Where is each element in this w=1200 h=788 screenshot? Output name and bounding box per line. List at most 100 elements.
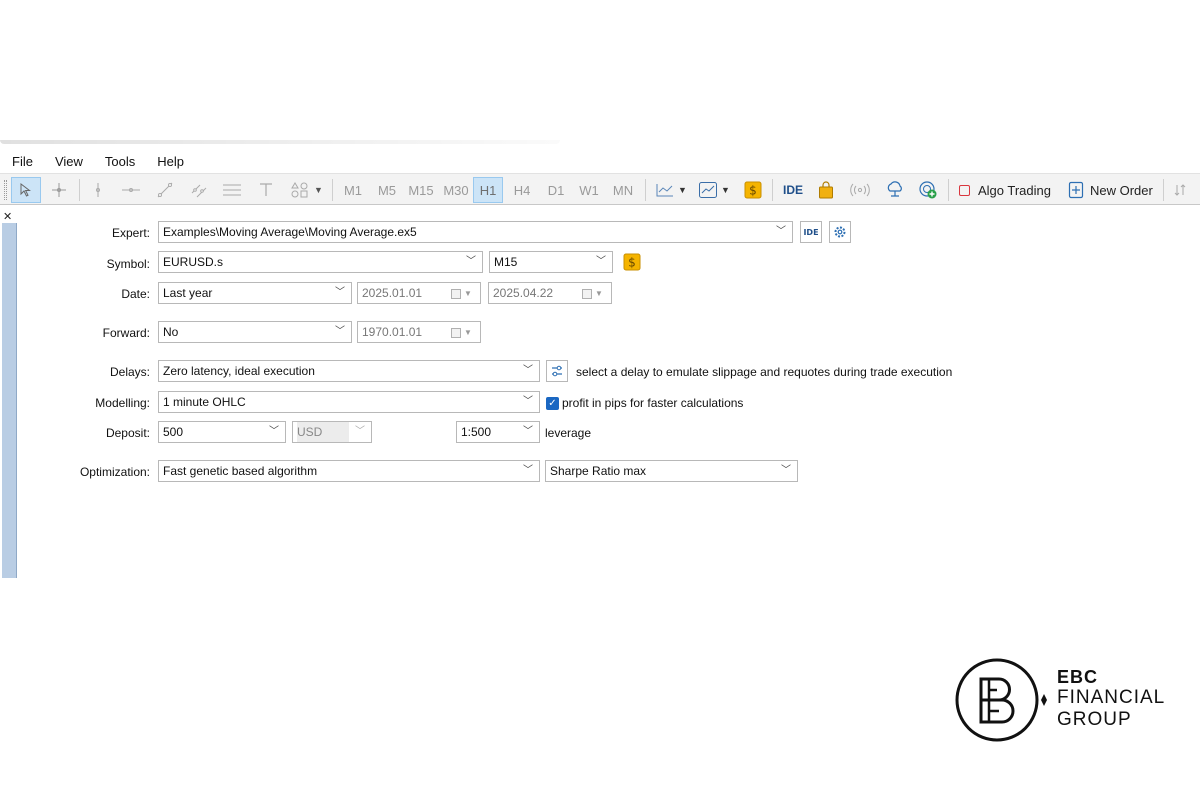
market-button[interactable]: [813, 174, 839, 206]
forward-date-field[interactable]: 1970.01.01 ▼: [357, 321, 481, 343]
crosshair-tool-button[interactable]: [46, 174, 72, 206]
coin-button[interactable]: $: [740, 174, 766, 206]
timeframe-m30[interactable]: M30: [440, 174, 472, 206]
close-panel-icon[interactable]: ✕: [3, 210, 12, 223]
symbol-coin-button[interactable]: $: [622, 252, 642, 272]
timeframe-h4[interactable]: H4: [508, 174, 536, 206]
logo-text-group: GROUP: [1057, 709, 1132, 730]
charts-menu-button[interactable]: ▼: [694, 174, 734, 206]
period-select[interactable]: M15 ﹀: [489, 251, 613, 273]
main-toolbar: ▼ M1 M5 M15 M30 H1 H4 D1 W1 MN ▼ ▼ $ IDE: [0, 173, 1200, 205]
chevron-down-icon: ﹀: [523, 465, 533, 476]
symbol-select[interactable]: EURUSD.s ﹀: [158, 251, 483, 273]
channel-button[interactable]: [186, 174, 212, 206]
timeframe-d1[interactable]: D1: [542, 174, 570, 206]
sliders-icon: [552, 365, 562, 377]
timeframe-mn[interactable]: MN: [608, 174, 638, 206]
optimization-select[interactable]: Fast genetic based algorithm ﹀: [158, 460, 540, 482]
fibonacci-icon: [223, 184, 241, 196]
fibonacci-button[interactable]: [219, 174, 245, 206]
date-from-value: 2025.01.01: [362, 286, 423, 300]
expert-value: Examples\Moving Average\Moving Average.e…: [163, 225, 417, 239]
date-to-field[interactable]: 2025.04.22 ▼: [488, 282, 612, 304]
toolbar-grip[interactable]: [4, 180, 7, 200]
calendar-icon[interactable]: ▼: [451, 287, 475, 300]
optimization-criterion-value: Sharpe Ratio max: [550, 464, 647, 478]
svg-text:$: $: [749, 184, 757, 198]
signal-broadcast-icon: [850, 183, 870, 197]
leverage-select[interactable]: 1:500 ﹀: [456, 421, 540, 443]
indicators-menu-button[interactable]: ▼: [652, 174, 690, 206]
timeframe-m15[interactable]: M15: [405, 174, 437, 206]
delays-select[interactable]: Zero latency, ideal execution ﹀: [158, 360, 540, 382]
new-order-label: New Order: [1090, 182, 1153, 198]
timeframe-w1[interactable]: W1: [575, 174, 603, 206]
arrows-icon: [1174, 184, 1186, 196]
leverage-label: leverage: [545, 426, 592, 440]
menu-help[interactable]: Help: [157, 154, 184, 169]
signals-button[interactable]: [846, 174, 874, 206]
optimization-value: Fast genetic based algorithm: [163, 464, 318, 478]
date-to-value: 2025.04.22: [493, 286, 554, 300]
one-click-trading-button[interactable]: [1168, 174, 1192, 206]
currency-select[interactable]: USD ﹀: [292, 421, 372, 443]
deposit-select[interactable]: 500 ﹀: [158, 421, 286, 443]
calendar-icon[interactable]: ▼: [451, 326, 475, 339]
text-tool-button[interactable]: [254, 174, 278, 206]
ide-button-label: IDE: [803, 227, 819, 237]
timeframe-h1[interactable]: H1: [473, 177, 503, 203]
forward-label: Forward:: [102, 326, 150, 340]
symbol-label: Symbol:: [106, 257, 150, 271]
chevron-down-icon: ﹀: [355, 426, 365, 437]
expert-settings-button[interactable]: [829, 221, 851, 243]
logo-text-financial: FINANCIAL: [1057, 687, 1166, 708]
timeframe-m1[interactable]: M1: [339, 174, 367, 206]
menu-view[interactable]: View: [55, 154, 83, 169]
indicator-line-icon: [656, 184, 674, 197]
chart-window-icon: [699, 182, 718, 198]
chevron-down-icon: ﹀: [596, 256, 606, 267]
crosshair-icon: [52, 183, 66, 197]
expert-select[interactable]: Examples\Moving Average\Moving Average.e…: [158, 221, 793, 243]
chevron-down-icon: ▼: [314, 185, 323, 195]
timeframe-m5[interactable]: M5: [373, 174, 401, 206]
new-order-button[interactable]: New Order: [1064, 174, 1159, 206]
modelling-value: 1 minute OHLC: [163, 395, 246, 409]
shapes-menu-button[interactable]: ▼: [286, 174, 326, 206]
delays-value: Zero latency, ideal execution: [163, 364, 315, 378]
algo-trading-button[interactable]: Algo Trading: [955, 174, 1058, 206]
vps-button[interactable]: [881, 174, 909, 206]
chevron-down-icon: ﹀: [335, 287, 345, 298]
date-range-select[interactable]: Last year ﹀: [158, 282, 352, 304]
expert-ide-button[interactable]: IDE: [800, 221, 822, 243]
cursor-tool-button[interactable]: [11, 177, 41, 203]
vertical-line-button[interactable]: [86, 174, 110, 206]
leverage-value: 1:500: [461, 425, 492, 439]
horizontal-line-icon: [122, 188, 140, 192]
forward-select[interactable]: No ﹀: [158, 321, 352, 343]
chevron-down-icon: ﹀: [466, 256, 476, 267]
chevron-down-icon: ▼: [678, 185, 687, 195]
delays-settings-button[interactable]: [546, 360, 568, 382]
date-from-field[interactable]: 2025.01.01 ▼: [357, 282, 481, 304]
date-range-value: Last year: [163, 286, 213, 300]
modelling-select[interactable]: 1 minute OHLC ﹀: [158, 391, 540, 413]
currency-value: USD: [297, 422, 349, 442]
shapes-icon: [291, 182, 308, 198]
text-icon: [260, 183, 272, 196]
expert-label: Expert:: [111, 226, 150, 240]
ide-toolbar-button[interactable]: IDE: [778, 174, 808, 206]
menu-tools[interactable]: Tools: [105, 154, 135, 169]
calendar-icon[interactable]: ▼: [582, 287, 606, 300]
community-button[interactable]: [914, 174, 942, 206]
optimization-criterion-select[interactable]: Sharpe Ratio max ﹀: [545, 460, 798, 482]
vertical-line-icon: [96, 183, 100, 197]
menu-file[interactable]: File: [12, 154, 33, 169]
symbol-value: EURUSD.s: [163, 255, 224, 269]
chevron-down-icon: ▼: [721, 185, 730, 195]
delays-hint: select a delay to emulate slippage and r…: [576, 365, 953, 379]
trendline-button[interactable]: [152, 174, 178, 206]
chevron-down-icon: ﹀: [523, 396, 533, 407]
horizontal-line-button[interactable]: [118, 174, 144, 206]
profit-in-pips-checkbox[interactable]: ✓: [546, 397, 559, 410]
